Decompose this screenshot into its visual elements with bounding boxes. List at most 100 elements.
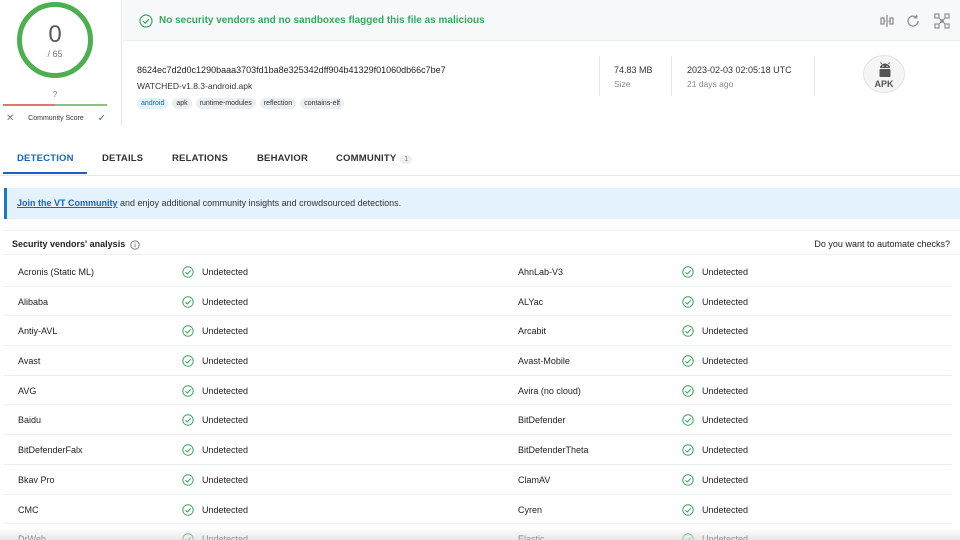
- vendor-result: Undetected: [202, 504, 249, 515]
- divider: [671, 56, 672, 96]
- tab-community-label: COMMUNITY: [336, 153, 397, 164]
- info-icon[interactable]: [130, 239, 140, 250]
- vendor-result: Undetected: [702, 267, 749, 277]
- vendor-result: Undetected: [702, 474, 749, 485]
- analysis-title-text: Security vendors' analysis: [12, 239, 126, 249]
- tab-community[interactable]: COMMUNITY 1: [336, 153, 413, 164]
- tab-detection[interactable]: DETECTION: [17, 153, 74, 164]
- vendor-result: Undetected: [702, 385, 749, 396]
- graph-icon[interactable]: [933, 12, 951, 30]
- community-score-value: ?: [52, 90, 58, 99]
- vendor-name: ClamAV: [518, 474, 551, 485]
- tag[interactable]: reflection: [259, 98, 297, 109]
- table-row: BitDefenderFalx Undetected BitDefenderThet…: [4, 435, 952, 465]
- vendor-name: Cyren: [518, 504, 543, 515]
- vendor-name: Bkav Pro: [18, 474, 55, 485]
- check-circle-icon: [682, 266, 694, 278]
- check-circle-icon: [682, 444, 694, 456]
- check-circle-icon: [682, 385, 694, 397]
- check-circle-icon: [182, 474, 194, 486]
- vendor-result: Undetected: [702, 415, 749, 426]
- verdict-bar: No security vendors and no sandboxes fla…: [123, 0, 960, 41]
- table-row: AVG Undetected Avira (no cloud) Undetected: [4, 376, 952, 406]
- automate-checks-link[interactable]: Do you want to automate checks?: [814, 239, 950, 249]
- community-score-bar: [3, 104, 107, 106]
- vendor-name: AhnLab-V3: [518, 267, 564, 277]
- vendor-result: Undetected: [702, 296, 749, 307]
- tab-behavior[interactable]: BEHAVIOR: [257, 153, 308, 164]
- vendor-result: Undetected: [202, 267, 249, 277]
- vendor-result: Undetected: [202, 474, 249, 485]
- join-community-link[interactable]: Join the VT Community: [17, 198, 118, 208]
- table-row: Bkav Pro Undetected ClamAV Undetected: [4, 465, 952, 495]
- detection-count: 0: [48, 21, 62, 48]
- tag[interactable]: apk: [172, 98, 192, 109]
- table-row: Acronis (Static ML) Undetected AhnLab-V3 Un…: [4, 257, 952, 287]
- compare-icon[interactable]: [878, 12, 896, 30]
- file-size-label: Size: [614, 79, 631, 89]
- active-tab-indicator: [3, 172, 87, 174]
- reanalyze-icon[interactable]: [904, 12, 922, 30]
- community-score-label: Community Score: [28, 115, 84, 122]
- vendor-result: Undetected: [202, 296, 249, 307]
- check-circle-icon: [682, 325, 694, 338]
- banner-description: and enjoy additional community insights …: [117, 198, 402, 208]
- check-circle-icon: [182, 355, 194, 367]
- vendor-result: Undetected: [702, 445, 749, 456]
- check-circle-icon: [182, 503, 194, 516]
- vendor-name: Arcabit: [518, 326, 547, 337]
- vendor-name: Avira (no cloud): [518, 385, 581, 396]
- community-count-badge: 1: [400, 155, 413, 164]
- vendor-result: Undetected: [202, 385, 249, 396]
- table-row: Antiy-AVL Undetected Arcabit Undetected: [4, 316, 952, 347]
- file-tags: android apk runtime-modules reflection c…: [137, 98, 344, 109]
- tag[interactable]: runtime-modules: [195, 98, 256, 109]
- file-type-label: APK: [874, 79, 894, 89]
- vendor-name: BitDefender: [518, 415, 566, 426]
- vote-harmless-icon[interactable]: ✓: [98, 113, 106, 124]
- verdict-text: No security vendors and no sandboxes fla…: [159, 15, 485, 26]
- check-circle-icon: [182, 444, 194, 456]
- file-name: WATCHED-v1.8.3-android.apk: [137, 81, 253, 91]
- detection-total: / 65: [47, 49, 63, 59]
- vendor-name: Avast-Mobile: [518, 356, 570, 367]
- vote-malicious-icon[interactable]: ✕: [6, 113, 14, 124]
- vendor-results-table: Acronis (Static ML) Undetected AhnLab-V3 Un…: [4, 257, 952, 540]
- community-score-row: ✕ Community Score ✓: [6, 113, 106, 124]
- vendor-result: Undetected: [702, 356, 749, 367]
- tag[interactable]: contains-elf: [300, 98, 344, 109]
- tab-bar: DETECTION DETAILS RELATIONS BEHAVIOR COM…: [0, 140, 960, 176]
- tab-relations[interactable]: RELATIONS: [172, 153, 228, 164]
- check-circle-icon: [682, 503, 694, 516]
- vendor-result: Undetected: [202, 445, 249, 456]
- vendor-name: Acronis (Static ML): [18, 267, 95, 277]
- vendor-name: BitDefenderFalx: [18, 445, 83, 456]
- table-row: Avast Undetected Avast-Mobile Undetected: [4, 346, 952, 376]
- divider: [814, 56, 815, 96]
- tab-details[interactable]: DETAILS: [102, 153, 143, 164]
- check-circle-icon: [682, 355, 694, 367]
- vendor-name: Alibaba: [18, 296, 49, 307]
- file-type-badge: APK: [863, 55, 905, 93]
- table-row: Baidu Undetected BitDefender Undetected: [4, 405, 952, 436]
- last-analysis-relative: 21 days ago: [687, 79, 734, 89]
- vendor-result: Undetected: [202, 356, 249, 367]
- vendor-name: Baidu: [18, 415, 42, 426]
- vendor-result: Undetected: [702, 504, 749, 515]
- file-hash[interactable]: 8624ec7d2d0c1290baaa3703fd1ba8e325342dff…: [137, 65, 446, 75]
- file-header: No security vendors and no sandboxes fla…: [123, 0, 960, 126]
- vendor-name: AVG: [18, 385, 37, 396]
- check-circle-icon: [682, 414, 694, 427]
- vendor-name: Avast: [18, 356, 41, 367]
- vendor-result: Undetected: [202, 326, 249, 337]
- vendor-name: ALYac: [518, 296, 544, 307]
- vendor-name: CMC: [18, 504, 39, 515]
- check-circle-icon: [682, 474, 694, 486]
- check-circle-icon: [682, 295, 694, 308]
- check-circle-icon: [182, 266, 194, 278]
- vendor-name: BitDefenderTheta: [518, 445, 589, 456]
- last-analysis-date: 2023-02-03 02:05:18 UTC: [687, 65, 792, 75]
- tag[interactable]: android: [137, 98, 169, 109]
- android-icon: [879, 62, 891, 77]
- bottom-fade: [0, 528, 960, 540]
